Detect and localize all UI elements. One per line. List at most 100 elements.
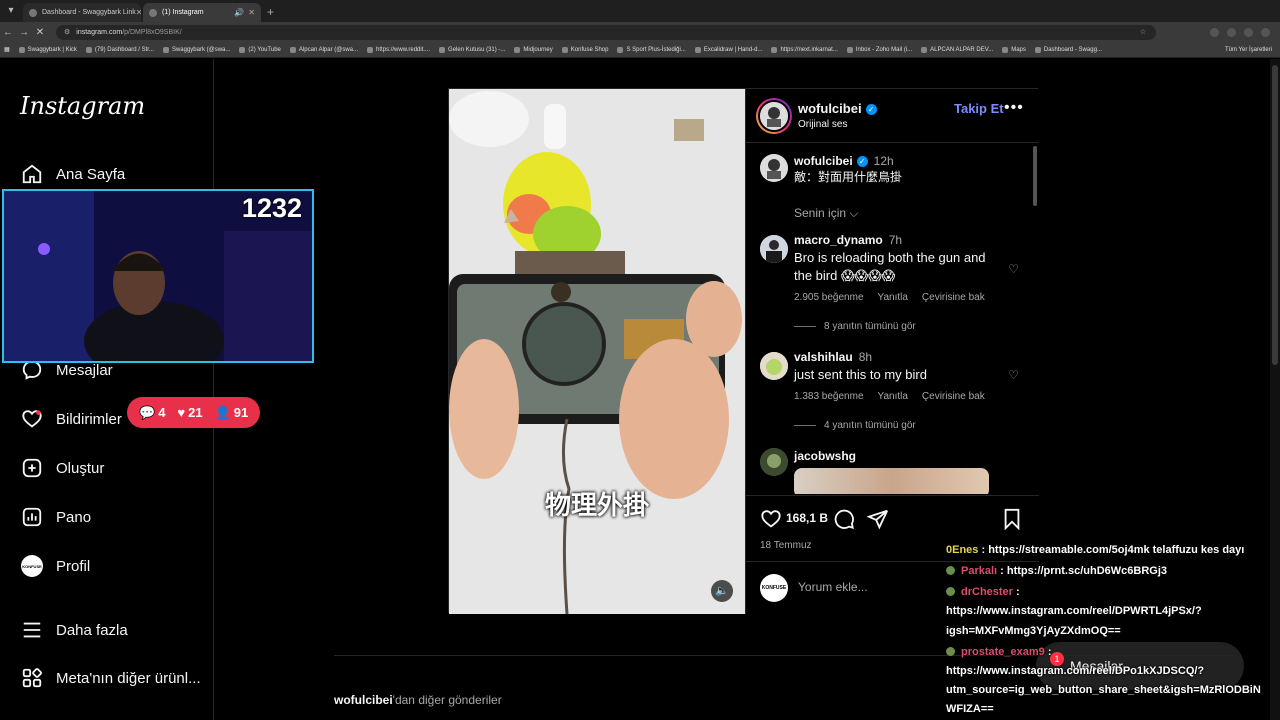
forward-icon[interactable]: → <box>16 27 32 38</box>
like-count[interactable]: 168,1 B <box>786 511 828 525</box>
site-info-icon[interactable]: ⚙ <box>64 28 70 36</box>
comment-input[interactable]: Yorum ekle... <box>798 580 868 594</box>
username[interactable]: macro_dynamo <box>794 233 883 247</box>
bookmark-item[interactable]: Dashboard - Swagg... <box>1034 46 1102 53</box>
url-input[interactable]: ⚙ instagram.com/p/DMPl8xO9SBIK/ ☆ <box>56 24 1156 40</box>
sidebar-item-dashboard[interactable]: Pano <box>20 503 91 531</box>
viewer-counter: 1232 <box>241 193 302 223</box>
view-replies-button[interactable]: 4 yanıtın tümünü gör <box>794 420 916 431</box>
comment-likes[interactable]: 1.383 beğenme <box>794 391 864 402</box>
volume-icon[interactable]: 🔈 <box>711 580 733 602</box>
username[interactable]: jacobwshg <box>794 449 856 463</box>
timestamp: 7h <box>888 233 903 247</box>
browser-menu-icon[interactable] <box>1261 27 1270 37</box>
bookmark-item[interactable]: Excalidraw | Hand-d... <box>694 46 762 53</box>
bookmark-favicon-icon <box>439 46 446 53</box>
bookmark-star-icon[interactable]: ☆ <box>1140 28 1146 36</box>
comments-list[interactable]: wofulcibei ✓ 12h 敵：對面用什麼鳥掛 Senin için ⌵ ma… <box>746 144 1039 494</box>
extension-icon[interactable] <box>1210 27 1219 37</box>
url-path: /p/DMPl8xO9SBIK/ <box>122 28 182 36</box>
save-icon[interactable] <box>1002 508 1022 535</box>
bookmark-label: S Sport Plus-İstediği... <box>626 46 686 53</box>
bookmark-item[interactable]: (79) Dashboard / Str... <box>85 46 154 53</box>
tab-close-icon[interactable]: ✕ <box>136 8 141 17</box>
tab-close-icon[interactable]: ✕ <box>248 8 255 17</box>
bookmark-item[interactable]: Swaggybark (@swa... <box>162 46 230 53</box>
sidebar-item-label: Pano <box>56 508 92 526</box>
post-date[interactable]: 18 Temmuz <box>760 540 812 551</box>
more-options-icon[interactable]: ••• <box>1004 99 1024 117</box>
post-video[interactable]: 物理外掛 🔈 <box>449 89 745 614</box>
comments-scrollbar[interactable] <box>1033 146 1037 206</box>
share-icon[interactable] <box>866 508 889 535</box>
scrollbar-thumb[interactable] <box>1272 65 1278 365</box>
follow-button[interactable]: Takip Et <box>954 101 1004 116</box>
comment-image[interactable] <box>794 468 989 494</box>
bookmark-item[interactable]: Maps <box>1002 46 1026 53</box>
bookmark-item[interactable]: Midjourney <box>514 46 553 53</box>
bookmark-item[interactable]: https://www.reddit.... <box>367 46 430 53</box>
menu-icon <box>20 618 44 642</box>
sidebar-item-create[interactable]: Oluştur <box>20 454 104 482</box>
bookmark-item[interactable]: Alpcan Alpar (@swa... <box>289 46 358 53</box>
avatar[interactable] <box>760 154 788 182</box>
translate-button[interactable]: Çevirisine bak <box>922 292 985 303</box>
comment-sort-dropdown[interactable]: Senin için ⌵ <box>794 206 858 221</box>
extension-icon[interactable] <box>1227 27 1236 37</box>
story-ring[interactable] <box>756 98 792 134</box>
sidebar-item-notifications[interactable]: Bildirimler <box>20 405 122 433</box>
back-icon[interactable]: ← <box>0 27 16 38</box>
bookmark-item[interactable]: (2) YouTube <box>239 46 281 53</box>
all-bookmarks-button[interactable]: Tüm Yer İşaretleri <box>1225 47 1272 53</box>
sidebar-item-profile[interactable]: KONFUSE Profil <box>20 552 90 580</box>
bookmark-item[interactable]: S Sport Plus-İstediği... <box>617 46 686 53</box>
new-tab-button[interactable]: + <box>267 5 274 19</box>
comment-like-icon[interactable]: ♡ <box>1008 262 1019 276</box>
username[interactable]: wofulcibei <box>794 154 853 168</box>
avatar[interactable] <box>760 235 788 263</box>
stat-value: 21 <box>188 405 203 420</box>
username[interactable]: wofulcibei <box>798 101 862 116</box>
timestamp: 12h <box>873 154 894 168</box>
bookmark-item[interactable]: ALPCAN ALPAR DEV... <box>921 46 993 53</box>
username[interactable]: wofulcibei <box>334 693 393 707</box>
stream-chat-overlay: 0Enes : https://streamable.com/5oj4mk te… <box>946 541 1280 720</box>
tab-search-icon[interactable]: ▾ <box>4 4 18 18</box>
address-bar-row: ← → ✕ ⚙ instagram.com/p/DMPl8xO9SBIK/ ☆ <box>0 22 1280 42</box>
username[interactable]: valshihlau <box>794 350 853 364</box>
bookmark-item[interactable]: Konfuse Shop <box>561 46 608 53</box>
bookmark-label: Gelen Kutusu (31) -... <box>448 46 506 53</box>
reply-button[interactable]: Yanıtla <box>878 292 908 303</box>
bookmark-item[interactable]: Swaggybark | Kick <box>18 46 77 53</box>
sidebar-item-meta-apps[interactable]: Meta'nın diğer ürünl... <box>20 664 201 692</box>
view-replies-label: 8 yanıtın tümünü gör <box>824 321 916 332</box>
comment-like-icon[interactable]: ♡ <box>1008 368 1019 382</box>
translate-button[interactable]: Çevirisine bak <box>922 391 985 402</box>
reply-button[interactable]: Yanıtla <box>878 391 908 402</box>
browser-tab-dashboard[interactable]: Dashboard - Swaggybark Link ✕ <box>23 3 141 22</box>
comment-likes[interactable]: 2.905 beğenme <box>794 292 864 303</box>
reload-icon[interactable]: ✕ <box>32 27 48 38</box>
bookmark-favicon-icon <box>367 46 374 53</box>
chat-text: WFIZA== <box>946 703 994 715</box>
view-replies-button[interactable]: 8 yanıtın tümünü gör <box>794 321 916 332</box>
tab-audio-icon[interactable]: 🔊 <box>234 8 244 17</box>
sidebar-item-more[interactable]: Daha fazla <box>20 616 128 644</box>
avatar[interactable] <box>760 448 788 476</box>
comment-icon[interactable] <box>833 508 855 535</box>
profile-icon[interactable] <box>1244 27 1253 37</box>
post-author[interactable]: wofulcibei ✓ <box>798 101 877 116</box>
bookmark-item[interactable]: https://next.inkarnat... <box>771 46 838 53</box>
like-icon[interactable] <box>760 508 782 535</box>
bookmark-item[interactable]: Inbox - Zoho Mail (i... <box>846 46 912 53</box>
browser-tab-instagram[interactable]: (1) Instagram 🔊 ✕ <box>143 3 261 22</box>
bookmark-item[interactable]: Gelen Kutusu (31) -... <box>439 46 506 53</box>
instagram-logo[interactable]: Instagram <box>20 92 145 120</box>
sidebar-item-home[interactable]: Ana Sayfa <box>20 160 125 188</box>
audio-label[interactable]: Orijinal ses <box>798 119 847 130</box>
apps-icon[interactable]: ▦ <box>4 46 10 53</box>
avatar[interactable] <box>760 352 788 380</box>
bookmark-favicon-icon <box>289 46 296 53</box>
verified-icon: ✓ <box>856 156 868 167</box>
create-icon <box>20 456 44 480</box>
